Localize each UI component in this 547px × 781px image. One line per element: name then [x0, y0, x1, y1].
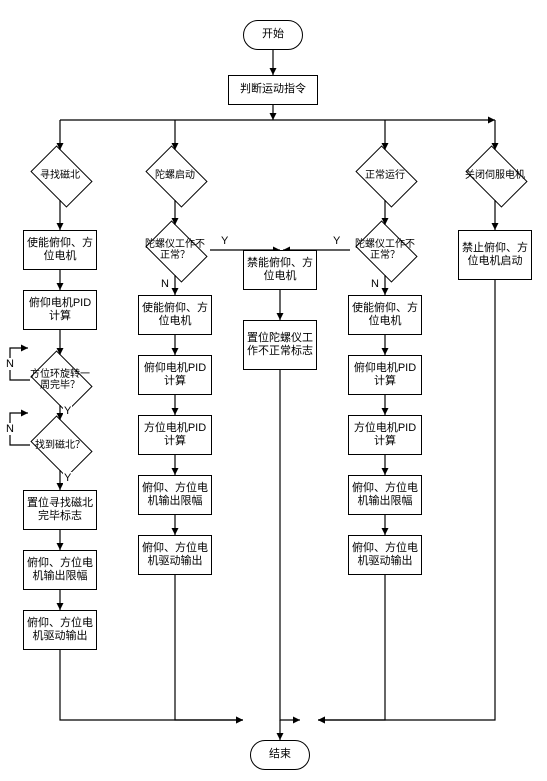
b3-gyro-check: 陀螺仪工作不正常？ — [350, 225, 420, 275]
b3-enable: 使能俯仰、方位电机 — [348, 295, 422, 335]
b1-enable: 使能俯仰、方位电机 — [23, 230, 97, 270]
b2-gyro-check: 陀螺仪工作不正常？ — [140, 225, 210, 275]
b2-pitch-pid: 俯仰电机PID计算 — [138, 355, 212, 395]
start-label: 开始 — [262, 28, 284, 41]
b1-decision: 寻找磁北 — [25, 150, 95, 200]
b3-limit: 俯仰、方位电机输出限幅 — [348, 475, 422, 515]
judge-node: 判断运动指令 — [228, 75, 318, 105]
b1-d4: 找到磁北？ — [25, 420, 95, 470]
label-b1-d4-n: N — [5, 423, 15, 435]
b3-output: 俯仰、方位电机驱动输出 — [348, 535, 422, 575]
b1-output: 俯仰、方位电机驱动输出 — [23, 610, 97, 650]
label-b1-d3-y: Y — [63, 405, 72, 417]
end-node: 结束 — [250, 740, 310, 770]
b3-decision: 正常运行 — [350, 150, 420, 200]
label-b3-y: Y — [332, 235, 341, 247]
b1-d3: 方位环旋转一周完毕？ — [25, 355, 95, 405]
b1-flag: 置位寻找磁北完毕标志 — [23, 490, 97, 530]
start-node: 开始 — [243, 20, 303, 50]
label-b2-n: N — [160, 278, 170, 290]
center-flag: 置位陀螺仪工作不正常标志 — [243, 320, 317, 370]
end-label: 结束 — [269, 748, 291, 761]
label-b2-y: Y — [220, 235, 229, 247]
label-b1-d3-n: N — [5, 358, 15, 370]
label-b3-n: N — [370, 278, 380, 290]
center-disable: 禁能俯仰、方位电机 — [243, 250, 317, 290]
b1-limit: 俯仰、方位电机输出限幅 — [23, 550, 97, 590]
b2-azimuth-pid: 方位电机PID计算 — [138, 415, 212, 455]
b3-azimuth-pid: 方位电机PID计算 — [348, 415, 422, 455]
b2-limit: 俯仰、方位电机输出限幅 — [138, 475, 212, 515]
b3-pitch-pid: 俯仰电机PID计算 — [348, 355, 422, 395]
label-b1-d4-y: Y — [63, 472, 72, 484]
b2-output: 俯仰、方位电机驱动输出 — [138, 535, 212, 575]
b1-pid: 俯仰电机PID计算 — [23, 290, 97, 330]
b4-disable: 禁止俯仰、方位电机启动 — [458, 230, 532, 280]
b2-decision: 陀螺启动 — [140, 150, 210, 200]
b4-decision: 关闭伺服电机 — [460, 150, 530, 200]
b2-enable: 使能俯仰、方位电机 — [138, 295, 212, 335]
judge-label: 判断运动指令 — [240, 83, 306, 96]
